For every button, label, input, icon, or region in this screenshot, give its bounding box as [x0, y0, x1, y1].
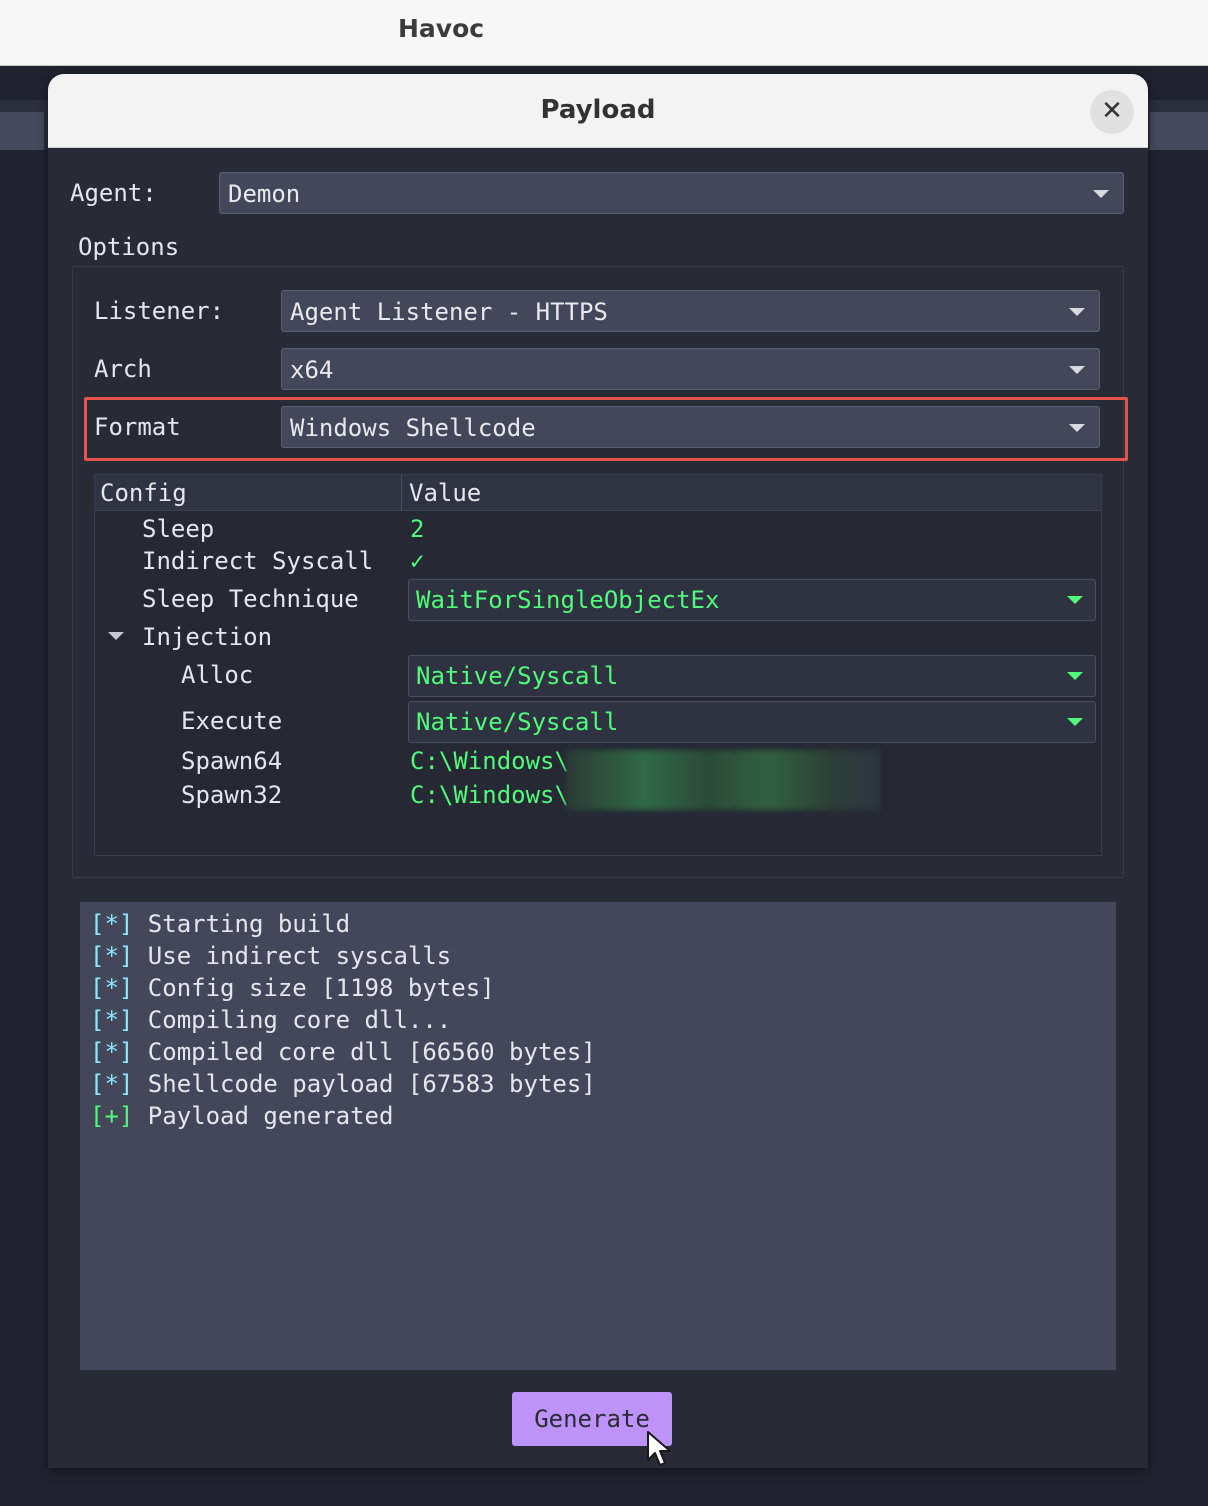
alloc-label: Alloc [181, 661, 254, 689]
chevron-down-icon [1093, 190, 1109, 198]
sleep-label: Sleep [142, 515, 215, 543]
log-line: [*] Starting build [90, 910, 351, 938]
build-log[interactable]: [*] Starting build [*] Use indirect sysc… [80, 902, 1116, 1370]
indirect-syscall-checkbox[interactable]: ✓ [410, 547, 424, 575]
config-tree-header: Config Value [95, 475, 1101, 511]
arch-label: Arch [94, 355, 152, 383]
agent-label: Agent: [70, 179, 157, 207]
close-icon: ✕ [1101, 96, 1123, 126]
log-line: [*] Use indirect syscalls [90, 942, 452, 970]
log-line: [*] Config size [1198 bytes] [90, 974, 495, 1002]
agent-select[interactable]: Demon [219, 172, 1124, 214]
chevron-down-icon [1069, 308, 1085, 316]
expand-arrow-icon[interactable] [108, 632, 124, 640]
chevron-down-icon [1067, 718, 1083, 726]
agent-select-value: Demon [228, 180, 301, 208]
dialog-title: Payload [540, 95, 656, 125]
execute-label: Execute [181, 707, 283, 735]
log-line: [*] Shellcode payload [67583 bytes] [90, 1070, 596, 1098]
injection-label[interactable]: Injection [142, 623, 272, 651]
app-title-bar: Havoc [0, 0, 1208, 66]
background-tab [0, 112, 44, 150]
value-column-header[interactable]: Value [409, 479, 481, 507]
dialog-header: Payload ✕ [48, 74, 1148, 148]
mouse-pointer-icon [647, 1431, 671, 1466]
config-column-header[interactable]: Config [100, 479, 187, 507]
log-line: [+] Payload generated [90, 1102, 394, 1130]
chevron-down-icon [1069, 366, 1085, 374]
log-line: [*] Compiled core dll [66560 bytes] [90, 1038, 596, 1066]
spawn64-value[interactable]: C:\Windows\ [410, 747, 569, 775]
payload-dialog: Payload ✕ Agent: Demon Options Listener:… [48, 74, 1148, 1468]
sleep-technique-value: WaitForSingleObjectEx [416, 586, 720, 614]
arch-select-value: x64 [290, 356, 334, 384]
chevron-down-icon [1067, 672, 1083, 680]
spawn32-label: Spawn32 [181, 781, 283, 809]
background-tab [1150, 112, 1208, 150]
listener-select-value: Agent Listener - HTTPS [290, 298, 608, 326]
app-title: Havoc [398, 14, 485, 43]
execute-select[interactable]: Native/Syscall [408, 701, 1096, 743]
alloc-value: Native/Syscall [416, 662, 619, 690]
sleep-technique-label: Sleep Technique [142, 585, 359, 613]
log-line: [*] Compiling core dll... [90, 1006, 452, 1034]
sleep-value[interactable]: 2 [410, 515, 424, 543]
alloc-select[interactable]: Native/Syscall [408, 655, 1096, 697]
arch-select[interactable]: x64 [281, 348, 1100, 390]
close-button[interactable]: ✕ [1090, 90, 1134, 134]
indirect-syscall-label: Indirect Syscall [142, 547, 374, 575]
chevron-down-icon [1067, 596, 1083, 604]
spawn64-label: Spawn64 [181, 747, 283, 775]
format-highlight-box [84, 397, 1128, 461]
execute-value: Native/Syscall [416, 708, 619, 736]
redacted-path-blur [566, 750, 880, 810]
sleep-technique-select[interactable]: WaitForSingleObjectEx [408, 579, 1096, 621]
options-label: Options [78, 233, 180, 261]
listener-label: Listener: [94, 297, 225, 325]
listener-select[interactable]: Agent Listener - HTTPS [281, 290, 1100, 332]
spawn32-value[interactable]: C:\Windows\ [410, 781, 569, 809]
column-divider [401, 475, 402, 511]
